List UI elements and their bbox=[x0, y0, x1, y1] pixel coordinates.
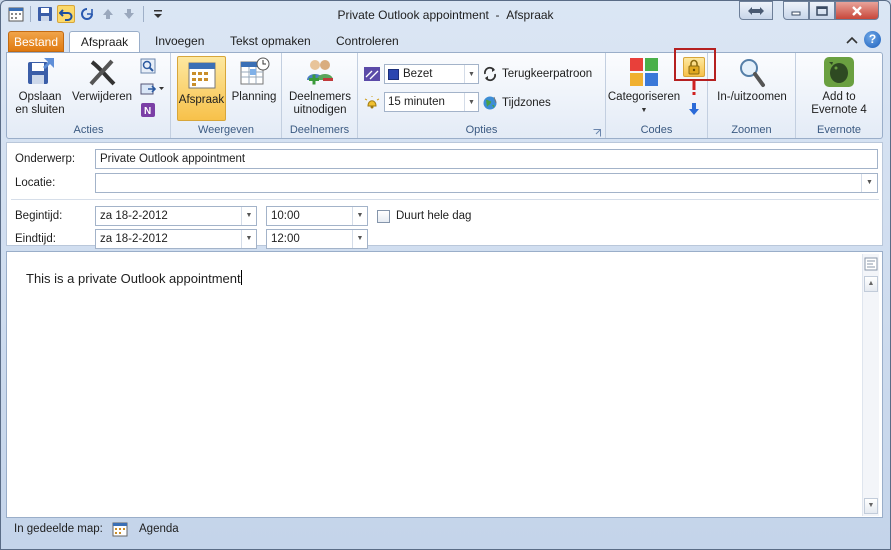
status-bar: In gedeelde map: Agenda bbox=[6, 520, 883, 542]
restore-arrows-button[interactable] bbox=[739, 1, 773, 20]
group-weergeven: Afspraak Planning Weergeven bbox=[171, 53, 282, 138]
svg-text:N: N bbox=[144, 106, 151, 117]
tab-tekst-opmaken[interactable]: Tekst opmaken bbox=[219, 31, 322, 52]
location-label: Locatie: bbox=[15, 177, 56, 189]
chevron-down-icon[interactable]: ▼ bbox=[241, 230, 256, 248]
scheduling-icon bbox=[238, 56, 270, 88]
recurrence-icon bbox=[483, 66, 497, 82]
chevron-down-icon[interactable]: ▼ bbox=[241, 207, 256, 225]
recurrence-button[interactable]: Terugkeerpatroon bbox=[482, 66, 592, 82]
group-evernote: Add to Evernote 4 Evernote bbox=[796, 53, 882, 138]
tab-invoegen[interactable]: Invoegen bbox=[144, 31, 215, 52]
show-as-dropdown[interactable]: Bezet ▼ bbox=[384, 64, 479, 84]
end-time-picker[interactable]: 12:00 ▼ bbox=[266, 229, 368, 249]
low-importance-icon[interactable] bbox=[688, 102, 700, 116]
show-as-icon bbox=[364, 67, 380, 81]
categorize-button[interactable]: Categoriseren ▼ bbox=[606, 56, 682, 117]
group-acties: Opslaan en sluiten Verwijderen N Acties bbox=[7, 53, 171, 138]
close-button[interactable] bbox=[835, 1, 879, 20]
group-deelnemers: Deelnemers uitnodigen Deelnemers bbox=[282, 53, 358, 138]
busy-color-swatch bbox=[388, 68, 399, 80]
help-icon[interactable]: ? bbox=[864, 31, 881, 48]
start-time-picker[interactable]: 10:00 ▼ bbox=[266, 206, 368, 226]
reminder-dropdown[interactable]: 15 minuten ▼ bbox=[384, 92, 479, 112]
minimize-button[interactable] bbox=[783, 1, 809, 20]
onenote-icon[interactable]: N bbox=[140, 102, 156, 118]
magnifier-icon bbox=[736, 56, 768, 88]
body-text: This is a private Outlook appointment bbox=[26, 270, 242, 286]
group-opties: Bezet ▼ 15 minuten ▼ Terugkeerpatroon Ti… bbox=[358, 53, 606, 138]
high-importance-icon[interactable] bbox=[690, 80, 698, 96]
shared-folder-label: In gedeelde map: bbox=[14, 523, 103, 535]
tab-controleren[interactable]: Controleren bbox=[325, 31, 410, 52]
timezones-button[interactable]: Tijdzones bbox=[482, 95, 551, 111]
appointment-form: Onderwerp: Private Outlook appointment L… bbox=[6, 142, 883, 249]
evernote-icon bbox=[823, 56, 855, 88]
end-date-picker[interactable]: za 18-2-2012 ▼ bbox=[95, 229, 257, 249]
tab-afspraak[interactable]: Afspraak bbox=[69, 31, 140, 54]
zoom-button[interactable]: In-/uitzoomen bbox=[712, 56, 792, 104]
afspraak-view-button[interactable]: Afspraak bbox=[177, 56, 226, 121]
scroll-up-button[interactable]: ▲ bbox=[864, 276, 878, 292]
group-zoomen: In-/uitzoomen Zoomen bbox=[708, 53, 796, 138]
subject-label: Onderwerp: bbox=[15, 153, 76, 165]
chevron-down-icon[interactable]: ▼ bbox=[861, 174, 877, 192]
appointment-body-editor[interactable]: This is a private Outlook appointment ▲ … bbox=[6, 251, 883, 518]
forward-icon[interactable] bbox=[140, 81, 166, 97]
find-icon[interactable] bbox=[140, 58, 156, 74]
end-time-label: Eindtijd: bbox=[15, 233, 56, 245]
chevron-down-icon: ▼ bbox=[464, 93, 478, 111]
chevron-down-icon: ▼ bbox=[640, 107, 648, 114]
delete-x-icon bbox=[86, 56, 118, 88]
save-close-button[interactable]: Opslaan en sluiten bbox=[11, 56, 69, 117]
location-input[interactable]: ▼ bbox=[95, 173, 878, 193]
shared-folder-name[interactable]: Agenda bbox=[139, 523, 179, 535]
chevron-down-icon[interactable]: ▼ bbox=[352, 230, 367, 248]
chevron-down-icon[interactable]: ▼ bbox=[352, 207, 367, 225]
all-day-checkbox[interactable] bbox=[377, 210, 390, 223]
maximize-button[interactable] bbox=[809, 1, 835, 20]
calendar-folder-icon bbox=[112, 521, 128, 537]
start-time-label: Begintijd: bbox=[15, 210, 63, 222]
ribbon: Opslaan en sluiten Verwijderen N Acties bbox=[6, 48, 883, 139]
scroll-down-button[interactable]: ▼ bbox=[864, 498, 878, 514]
add-to-evernote-button[interactable]: Add to Evernote 4 bbox=[800, 56, 878, 117]
ribbon-tabs: Bestand Afspraak Invoegen Tekst opmaken … bbox=[1, 29, 890, 54]
globe-icon bbox=[483, 96, 497, 110]
chevron-down-icon: ▼ bbox=[464, 65, 478, 83]
subject-input[interactable]: Private Outlook appointment bbox=[95, 149, 878, 169]
appointment-window: Private Outlook appointment - Afspraak B… bbox=[0, 0, 891, 550]
ruler-toggle-icon[interactable] bbox=[864, 257, 878, 271]
planning-view-button[interactable]: Planning bbox=[229, 56, 279, 104]
categorize-icon bbox=[628, 56, 660, 88]
minimize-ribbon-icon[interactable] bbox=[846, 34, 858, 48]
title-bar: Private Outlook appointment - Afspraak bbox=[1, 1, 890, 29]
save-close-icon bbox=[24, 56, 56, 88]
reminder-bell-icon bbox=[364, 95, 380, 109]
attendees-icon bbox=[304, 56, 336, 88]
divider bbox=[11, 199, 879, 200]
tab-bestand[interactable]: Bestand bbox=[8, 31, 64, 52]
delete-button[interactable]: Verwijderen bbox=[69, 56, 135, 104]
window-controls bbox=[739, 1, 879, 21]
all-day-label: Duurt hele dag bbox=[396, 210, 472, 222]
invite-attendees-button[interactable]: Deelnemers uitnodigen bbox=[285, 56, 355, 117]
start-date-picker[interactable]: za 18-2-2012 ▼ bbox=[95, 206, 257, 226]
text-cursor bbox=[240, 270, 242, 285]
vertical-scrollbar[interactable]: ▲ ▼ bbox=[862, 254, 879, 516]
calendar-icon bbox=[186, 59, 218, 91]
dialog-launcher-icon[interactable] bbox=[593, 126, 601, 137]
